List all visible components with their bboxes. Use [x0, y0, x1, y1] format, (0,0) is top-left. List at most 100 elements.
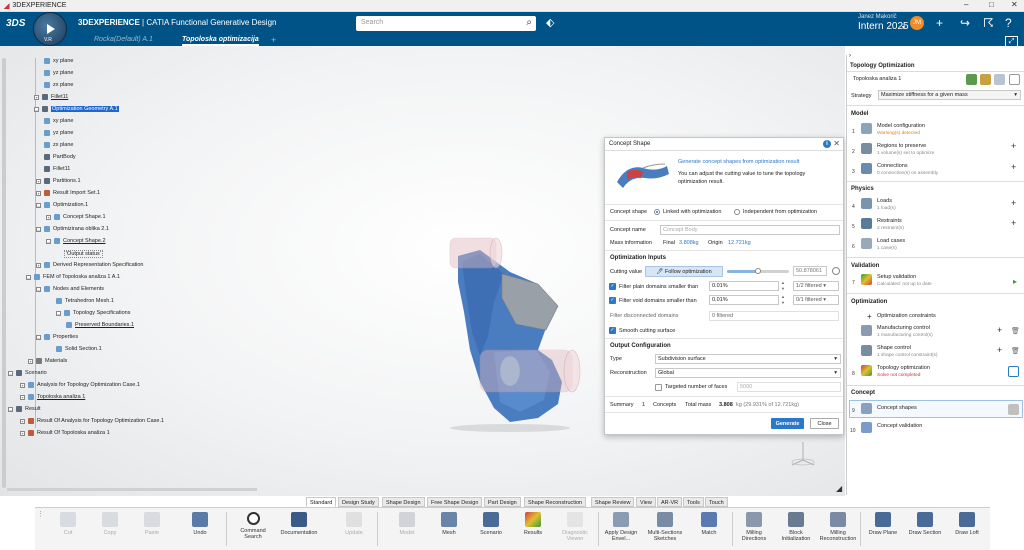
filter-plain-checkbox[interactable]: ✓ — [609, 283, 616, 290]
targeted-faces-checkbox[interactable] — [655, 384, 662, 391]
reset-icon[interactable] — [832, 267, 840, 275]
results-button[interactable]: Results — [513, 512, 553, 536]
add-constraint-icon[interactable]: + — [867, 312, 872, 321]
load-cases-label[interactable]: Load cases — [877, 238, 905, 244]
connections-icon[interactable] — [861, 163, 872, 174]
tree-item[interactable]: + Fillet11 — [34, 94, 68, 100]
tab-standard[interactable]: Standard — [306, 497, 337, 507]
match-button[interactable]: Match — [689, 512, 729, 536]
cutting-value-input[interactable]: 50.878061 — [793, 266, 827, 276]
tree-item[interactable]: yz plane — [44, 130, 74, 136]
model-config-icon[interactable] — [861, 123, 872, 134]
tree-item[interactable]: + Result Of Topoloska analiza 1 — [20, 430, 110, 436]
tab-shape-review[interactable]: Shape Review — [591, 497, 635, 507]
filter-void-status[interactable]: 0/1 filtered ▾ — [793, 295, 839, 305]
delete-icon[interactable]: 🗑 — [1011, 327, 1020, 335]
paste-button[interactable]: Paste — [132, 512, 172, 536]
tree-item[interactable]: yz plane — [44, 70, 74, 76]
concept-shapes-icon[interactable] — [861, 403, 872, 414]
tenant-dropdown-icon[interactable]: ▾ — [902, 24, 905, 31]
targeted-faces-input[interactable]: 5000 — [737, 382, 841, 392]
add-shape-control-icon[interactable]: + — [997, 345, 1002, 355]
resize-grip-icon[interactable]: ◢ — [836, 484, 842, 493]
tab-view[interactable]: View — [636, 497, 656, 507]
axis-compass-icon[interactable] — [788, 440, 818, 468]
tree-item[interactable]: + Concept Shape.1 — [46, 214, 106, 220]
info-icon[interactable]: i — [823, 140, 831, 148]
connections-label[interactable]: Connections — [877, 163, 908, 169]
tree-item[interactable]: – Concept Shape.2 — [46, 238, 106, 244]
manufacturing-control-icon[interactable] — [861, 325, 872, 336]
delete-icon[interactable]: 🗑 — [1011, 347, 1020, 355]
cut-button[interactable]: Cut — [48, 512, 88, 536]
ds-logo-icon[interactable]: 3DS — [6, 18, 25, 29]
tab-ar-vr[interactable]: AR-VR — [657, 497, 683, 507]
linked-label[interactable]: Linked with optimization — [663, 209, 721, 215]
copy-button[interactable]: Copy — [90, 512, 130, 536]
add-restraint-icon[interactable]: + — [1011, 218, 1016, 228]
tree-item[interactable]: – Result — [8, 406, 41, 412]
close-button[interactable]: Close — [810, 418, 839, 429]
tab-shape-reconstruction[interactable]: Shape Reconstruction — [524, 497, 587, 507]
draw-section-button[interactable]: Draw Section — [905, 512, 945, 536]
add-connection-icon[interactable]: + — [1011, 162, 1016, 172]
concept-validation-icon[interactable] — [861, 422, 872, 433]
documentation-button[interactable]: Documentation — [279, 512, 319, 536]
tree-item[interactable]: + Analysis for Topology Optimization Case… — [20, 382, 140, 388]
shape-control-icon[interactable] — [861, 345, 872, 356]
maximize-icon[interactable]: □ — [989, 0, 994, 9]
linked-radio[interactable] — [654, 209, 660, 215]
close-window-icon[interactable]: ✕ — [1011, 0, 1018, 9]
tree-item[interactable]: Solid Section.1 — [56, 346, 102, 352]
case-settings-icon[interactable] — [966, 74, 977, 85]
communicate-icon[interactable]: ☈ — [983, 16, 994, 30]
independent-label[interactable]: Independent from optimization — [743, 209, 817, 215]
milling-directions-button[interactable]: Milling Directions — [734, 512, 774, 542]
cutting-slider[interactable] — [727, 268, 789, 274]
independent-radio[interactable] — [734, 209, 740, 215]
filter-void-checkbox[interactable]: ✓ — [609, 297, 616, 304]
add-manufacturing-icon[interactable]: + — [997, 325, 1002, 335]
reconstruction-select[interactable]: Global ▾ — [655, 368, 841, 378]
concept-settings-icon[interactable] — [1008, 404, 1019, 415]
tree-item[interactable]: + Result Import Set.1 — [36, 190, 100, 196]
loads-label[interactable]: Loads — [877, 198, 892, 204]
tree-item[interactable]: + Partitions.1 — [36, 178, 81, 184]
search-input[interactable]: Search ⌕ — [356, 16, 536, 31]
setup-validation-icon[interactable] — [861, 274, 872, 285]
draw-loft-button[interactable]: Draw Loft — [947, 512, 987, 536]
run-validation-icon[interactable]: ▸ — [1013, 277, 1017, 286]
tab-design-study[interactable]: Design Study — [338, 497, 379, 507]
tab-tools[interactable]: Tools — [683, 497, 704, 507]
tree-item[interactable]: – FEM of Topoloska analiza 1 A.1 — [26, 274, 120, 280]
mesh-button[interactable]: Mesh — [429, 512, 469, 536]
regions-label[interactable]: Regions to preserve — [877, 143, 926, 149]
tree-item[interactable]: Tetrahedron Mesh.1 — [56, 298, 114, 304]
model-button[interactable]: Model — [387, 512, 427, 536]
tree-item[interactable]: – Nodes and Elements — [36, 286, 104, 292]
new-tab-icon[interactable]: + — [271, 35, 276, 45]
multi-sections-sketches-button[interactable]: Multi-Sections Sketches — [645, 512, 685, 542]
restraints-icon[interactable] — [861, 218, 872, 229]
tag-icon[interactable]: ⬖ — [546, 16, 554, 29]
tree-item[interactable]: + Materials — [28, 358, 67, 364]
cutting-slider-handle[interactable] — [755, 268, 761, 274]
add-load-icon[interactable]: + — [1011, 198, 1016, 208]
smooth-surface-checkbox[interactable]: ✓ — [609, 327, 616, 334]
tree-item[interactable]: xy plane — [44, 58, 74, 64]
case-manage-icon[interactable] — [994, 74, 1005, 85]
manufacturing-control-label[interactable]: Manufacturing control — [877, 325, 930, 331]
tree-item[interactable]: – Properties — [36, 334, 78, 340]
concept-name-input[interactable]: Concept Body — [660, 225, 840, 235]
tree-item[interactable]: + Derived Representation Specification — [36, 262, 144, 268]
tree-item-selected[interactable]: – Optimization Geometry A.1 — [34, 106, 119, 112]
generate-button[interactable]: Generate — [771, 418, 804, 429]
tree-horizontal-scrollbar[interactable] — [7, 488, 257, 491]
spinner-down-icon[interactable]: ▼ — [781, 286, 785, 291]
tree-item[interactable]: – Topology Specifications — [56, 310, 130, 316]
tab-rocka[interactable]: Rocka(Default) A.1 — [94, 36, 153, 43]
type-select[interactable]: Subdivision surface ▾ — [655, 354, 841, 364]
loads-icon[interactable] — [861, 198, 872, 209]
diagnostic-viewer-button[interactable]: Diagnostic Viewer — [555, 512, 595, 542]
tree-item[interactable]: + Topoloska analiza 1 — [20, 394, 85, 400]
